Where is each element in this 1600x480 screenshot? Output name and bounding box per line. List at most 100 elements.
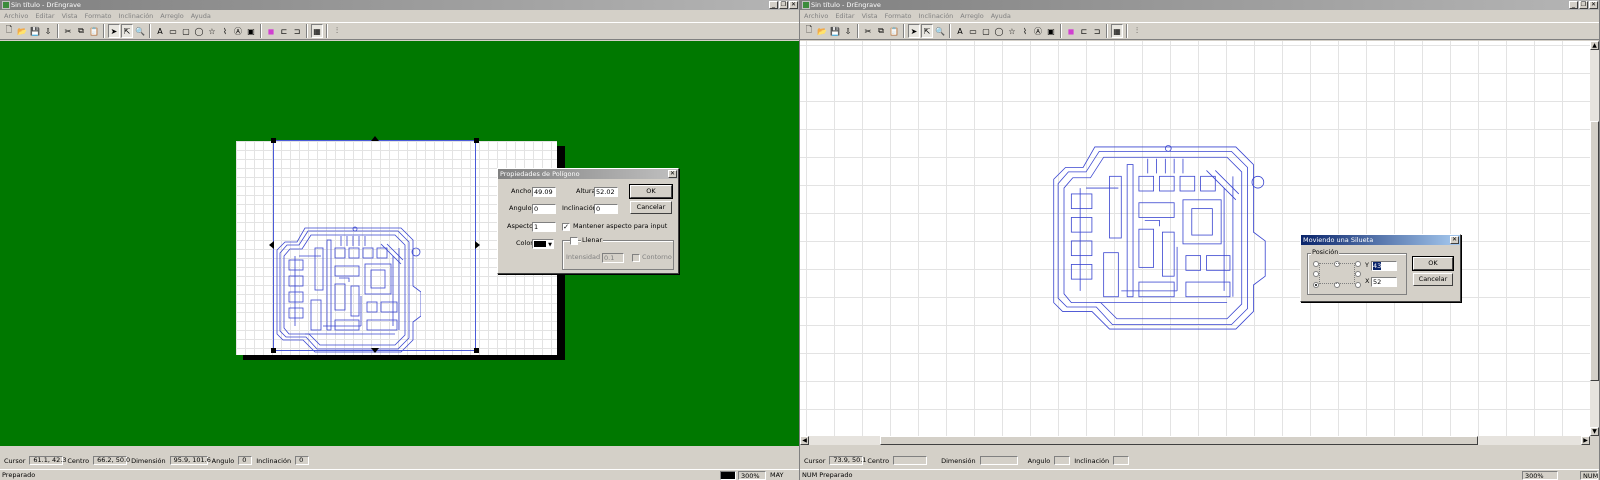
ellipse-icon[interactable]: ◯ (993, 24, 1005, 38)
height-field[interactable]: 52.02 (594, 187, 618, 197)
menu-arreglo[interactable]: Arreglo (160, 11, 183, 21)
resize-handle[interactable] (474, 348, 479, 353)
resize-handle[interactable] (474, 138, 479, 143)
text-icon[interactable]: A (154, 24, 166, 38)
ok-button[interactable]: OK (1412, 256, 1454, 271)
star-icon[interactable]: ☆ (206, 24, 218, 38)
vertical-scrollbar[interactable]: ▲ ▼ (1590, 41, 1599, 436)
ellipse-icon[interactable]: ◯ (193, 24, 205, 38)
ok-button[interactable]: OK (629, 184, 673, 199)
scroll-left-button[interactable]: ◀ (800, 436, 809, 445)
x-field[interactable]: 52 (1371, 277, 1397, 287)
canvas-workspace[interactable]: Propiedades de Polígono ✕ Ancho 49.09 Al… (0, 41, 799, 446)
zoom-icon[interactable]: 🔍 (134, 24, 146, 38)
menu-editar[interactable]: Editar (35, 11, 54, 21)
color-icon[interactable]: ◼ (265, 24, 277, 38)
selection-box[interactable] (273, 140, 476, 351)
tools-icon[interactable]: ⫶ (1131, 24, 1143, 38)
tools-icon[interactable]: ⫶ (331, 24, 343, 38)
paste-icon[interactable]: 📋 (888, 24, 900, 38)
pcb-drawing[interactable] (1048, 144, 1268, 332)
color-picker[interactable]: ▼ (532, 239, 554, 249)
scroll-thumb[interactable] (880, 436, 1478, 445)
align-left-icon[interactable]: ⊏ (1078, 24, 1090, 38)
open-icon[interactable]: 📂 (16, 24, 28, 38)
import-icon[interactable]: ⇩ (42, 24, 54, 38)
polyline-icon[interactable]: ⌇ (1019, 24, 1031, 38)
node-edit-icon[interactable]: ⇱ (121, 24, 133, 38)
menu-inclinacion[interactable]: Inclinación (918, 11, 953, 21)
rectangle-icon[interactable]: ▭ (167, 24, 179, 38)
save-icon[interactable]: 💾 (29, 24, 41, 38)
dialog-close-button[interactable]: ✕ (1450, 236, 1459, 244)
menu-inclinacion[interactable]: Inclinación (118, 11, 153, 21)
group-icon[interactable]: ▣ (245, 24, 257, 38)
rotate-handle[interactable] (371, 136, 379, 141)
text-icon[interactable]: A (954, 24, 966, 38)
resize-handle[interactable] (271, 138, 276, 143)
fill-checkbox[interactable] (570, 237, 578, 245)
rectangle-icon[interactable]: ▭ (967, 24, 979, 38)
resize-handle[interactable] (271, 348, 276, 353)
inclination-field[interactable]: 0 (594, 204, 618, 214)
grid-icon[interactable]: ▦ (311, 24, 323, 38)
paste-icon[interactable]: 📋 (88, 24, 100, 38)
grid-icon[interactable]: ▦ (1111, 24, 1123, 38)
cut-icon[interactable]: ✂ (862, 24, 874, 38)
color-icon[interactable]: ◼ (1065, 24, 1077, 38)
cancel-button[interactable]: Cancelar (630, 201, 672, 214)
dialog-close-button[interactable]: ✕ (668, 170, 677, 178)
cancel-button[interactable]: Cancelar (1413, 273, 1453, 286)
angle-field[interactable]: 0 (532, 204, 556, 214)
rotate-handle[interactable] (269, 241, 274, 249)
menu-archivo[interactable]: Archivo (4, 11, 28, 21)
new-icon[interactable]: 🗋 (803, 24, 815, 38)
minimize-button[interactable]: _ (1569, 1, 1578, 9)
copy-icon[interactable]: ⧉ (875, 24, 887, 38)
node-edit-icon[interactable]: ⇱ (921, 24, 933, 38)
menu-vista[interactable]: Vista (862, 11, 878, 21)
select-icon[interactable]: ➤ (908, 24, 920, 38)
y-field[interactable]: 43 (1371, 261, 1397, 271)
aspect-field[interactable]: 1 (532, 222, 556, 232)
group-icon[interactable]: ▣ (1045, 24, 1057, 38)
cut-icon[interactable]: ✂ (62, 24, 74, 38)
copy-icon[interactable]: ⧉ (75, 24, 87, 38)
position-radio[interactable] (1355, 282, 1361, 288)
star-icon[interactable]: ☆ (1006, 24, 1018, 38)
close-button[interactable]: ✕ (789, 1, 798, 9)
horizontal-scrollbar[interactable]: ◀ ▶ (800, 436, 1590, 445)
scroll-thumb[interactable] (1590, 121, 1599, 381)
align-right-icon[interactable]: ⊐ (1091, 24, 1103, 38)
menu-formato[interactable]: Formato (885, 11, 912, 21)
menu-archivo[interactable]: Archivo (804, 11, 828, 21)
import-icon[interactable]: ⇩ (842, 24, 854, 38)
rotate-handle[interactable] (371, 348, 379, 353)
scroll-right-button[interactable]: ▶ (1581, 436, 1590, 445)
restore-button[interactable]: ❐ (779, 1, 788, 9)
scroll-down-button[interactable]: ▼ (1590, 427, 1599, 436)
menu-vista[interactable]: Vista (62, 11, 78, 21)
save-icon[interactable]: 💾 (829, 24, 841, 38)
keep-aspect-checkbox[interactable]: ✓ (562, 223, 570, 231)
text-frame-icon[interactable]: Ⓐ (1032, 24, 1044, 38)
scroll-up-button[interactable]: ▲ (1590, 41, 1599, 50)
zoom-icon[interactable]: 🔍 (934, 24, 946, 38)
align-right-icon[interactable]: ⊐ (291, 24, 303, 38)
polyline-icon[interactable]: ⌇ (219, 24, 231, 38)
open-icon[interactable]: 📂 (816, 24, 828, 38)
menu-editar[interactable]: Editar (835, 11, 854, 21)
text-frame-icon[interactable]: Ⓐ (232, 24, 244, 38)
menu-formato[interactable]: Formato (85, 11, 112, 21)
menu-ayuda[interactable]: Ayuda (191, 11, 211, 21)
canvas-workspace[interactable]: Moviendo una Silueta ✕ Posición Y 43 X 5… (800, 41, 1590, 436)
menu-arreglo[interactable]: Arreglo (960, 11, 983, 21)
select-icon[interactable]: ➤ (108, 24, 120, 38)
width-field[interactable]: 49.09 (532, 187, 556, 197)
rounded-rect-icon[interactable]: ▢ (180, 24, 192, 38)
align-left-icon[interactable]: ⊏ (278, 24, 290, 38)
position-radio[interactable] (1355, 271, 1361, 277)
rounded-rect-icon[interactable]: ▢ (980, 24, 992, 38)
new-icon[interactable]: 🗋 (3, 24, 15, 38)
close-button[interactable]: ✕ (1589, 1, 1598, 9)
